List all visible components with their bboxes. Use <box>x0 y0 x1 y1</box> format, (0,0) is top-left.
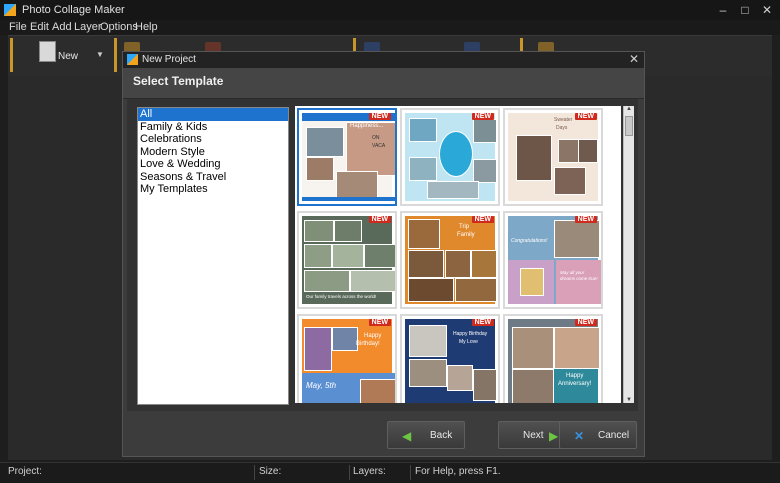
template-text: Happiness... <box>350 123 384 129</box>
new-badge: NEW <box>574 216 597 223</box>
template-thumbnail[interactable]: Happy Anniversary! NEW <box>503 314 603 403</box>
template-preview: Our family travels across the world! <box>302 216 395 304</box>
template-preview <box>405 113 497 201</box>
dialog-header: Select Template <box>123 68 644 99</box>
category-list[interactable]: All Family & Kids Celebrations Modern St… <box>137 107 289 405</box>
category-modern-style[interactable]: Modern Style <box>138 146 288 159</box>
new-badge: NEW <box>471 319 494 326</box>
template-text: Trip <box>459 224 470 230</box>
template-text: ON <box>372 135 380 141</box>
new-badge: NEW <box>574 113 597 120</box>
toolbar-separator <box>114 38 117 72</box>
template-thumbnail[interactable]: Congratulations! May all your dreams com… <box>503 211 603 309</box>
template-preview: Happy Birthday My Love <box>405 319 497 403</box>
new-badge: NEW <box>471 216 494 223</box>
template-thumbnail[interactable]: Our family travels across the world! NEW <box>297 211 397 309</box>
category-celebrations[interactable]: Celebrations <box>138 133 288 146</box>
app-icon <box>4 4 16 16</box>
template-preview: Happy Anniversary! <box>508 319 600 403</box>
template-thumbnail[interactable]: Happiness... ON VACA NEW <box>297 108 397 206</box>
dialog-body: All Family & Kids Celebrations Modern St… <box>127 99 638 411</box>
template-thumbnail[interactable]: Sweater Days NEW <box>503 108 603 206</box>
template-text: Birthday! <box>356 341 380 347</box>
status-separator <box>254 465 255 480</box>
status-separator <box>349 465 350 480</box>
menu-help[interactable]: Help <box>135 21 158 33</box>
template-text: Anniversary! <box>558 381 592 387</box>
status-size: Size: <box>259 466 282 477</box>
toolbar-separator <box>10 38 13 72</box>
template-preview: Congratulations! May all your dreams com… <box>508 216 601 304</box>
template-preview: Happiness... ON VACA <box>302 113 395 201</box>
menu-options[interactable]: Options <box>100 21 138 33</box>
app-icon <box>127 54 138 65</box>
new-button-label[interactable]: New <box>58 51 78 62</box>
dialog-title: New Project <box>142 54 196 65</box>
template-thumbnail[interactable]: Happy Birthday! May, 5th NEW <box>297 314 397 403</box>
dialog-heading: Select Template <box>133 74 224 88</box>
template-text: May, 5th <box>306 381 337 390</box>
category-family-kids[interactable]: Family & Kids <box>138 121 288 134</box>
new-document-icon[interactable] <box>39 41 56 62</box>
category-all[interactable]: All <box>138 108 288 121</box>
scrollbar-thumb[interactable] <box>625 116 633 136</box>
template-scrollbar[interactable]: ▲ ▼ <box>623 106 634 403</box>
template-text: Happy <box>566 373 584 379</box>
new-project-dialog: New Project ✕ Select Template All Family… <box>122 51 645 457</box>
menu-file[interactable]: File <box>9 21 27 33</box>
template-text: My Love <box>459 339 478 345</box>
template-text: Our family travels across the world! <box>306 294 377 299</box>
dialog-titlebar: New Project ✕ <box>123 52 644 68</box>
dialog-close-button[interactable]: ✕ <box>629 52 639 66</box>
category-my-templates[interactable]: My Templates <box>138 183 288 196</box>
cancel-button[interactable]: ✕ Cancel <box>559 421 637 449</box>
template-text: May all your dreams come true! <box>560 270 598 281</box>
status-help: For Help, press F1. <box>415 466 501 477</box>
template-text: VACA <box>372 143 386 149</box>
arrow-right-icon: ▶ <box>549 429 559 443</box>
new-dropdown-arrow-icon[interactable]: ▼ <box>96 50 104 59</box>
scroll-down-arrow-icon[interactable]: ▼ <box>625 397 633 403</box>
template-text: Family <box>457 232 475 238</box>
template-text: Happy <box>364 333 382 339</box>
template-preview: Sweater Days <box>508 113 598 201</box>
template-text: Happy Birthday <box>453 331 488 337</box>
maximize-button[interactable]: □ <box>735 2 755 18</box>
menubar: File Edit Add Layer Options Help <box>0 20 780 35</box>
next-button-label: Next <box>523 430 544 441</box>
window-title: Photo Collage Maker <box>22 4 125 16</box>
template-text: Sweater <box>554 117 573 123</box>
template-preview: Trip Family <box>405 216 497 304</box>
new-badge: NEW <box>368 319 391 326</box>
template-grid: Happiness... ON VACA NEW NEW Sweater Day… <box>295 106 621 403</box>
statusbar: Project: Size: Layers: For Help, press F… <box>0 462 780 483</box>
template-text: Days <box>556 125 568 131</box>
template-thumbnail[interactable]: Happy Birthday My Love NEW <box>400 314 500 403</box>
window-titlebar: Photo Collage Maker – □ ✕ <box>0 0 780 20</box>
minimize-button[interactable]: – <box>713 2 733 18</box>
template-thumbnail[interactable]: Trip Family NEW <box>400 211 500 309</box>
close-button[interactable]: ✕ <box>757 2 777 18</box>
scroll-up-arrow-icon[interactable]: ▲ <box>625 106 633 112</box>
template-thumbnail[interactable]: NEW <box>400 108 500 206</box>
new-badge: NEW <box>368 113 391 120</box>
menu-layer[interactable]: Layer <box>74 21 102 33</box>
new-badge: NEW <box>471 113 494 120</box>
category-love-wedding[interactable]: Love & Wedding <box>138 158 288 171</box>
status-project: Project: <box>8 466 42 477</box>
menu-add[interactable]: Add <box>52 21 72 33</box>
menu-edit[interactable]: Edit <box>30 21 49 33</box>
back-button[interactable]: ◀ Back <box>387 421 465 449</box>
status-separator <box>410 465 411 480</box>
template-preview: Happy Birthday! May, 5th <box>302 319 395 403</box>
status-layers: Layers: <box>353 466 386 477</box>
category-seasons-travel[interactable]: Seasons & Travel <box>138 171 288 184</box>
cancel-x-icon: ✕ <box>574 429 585 443</box>
cancel-button-label: Cancel <box>598 430 630 441</box>
template-text: Congratulations! <box>511 238 548 244</box>
new-badge: NEW <box>368 216 391 223</box>
arrow-left-icon: ◀ <box>402 429 412 443</box>
new-badge: NEW <box>574 319 597 326</box>
back-button-label: Back <box>430 430 453 441</box>
